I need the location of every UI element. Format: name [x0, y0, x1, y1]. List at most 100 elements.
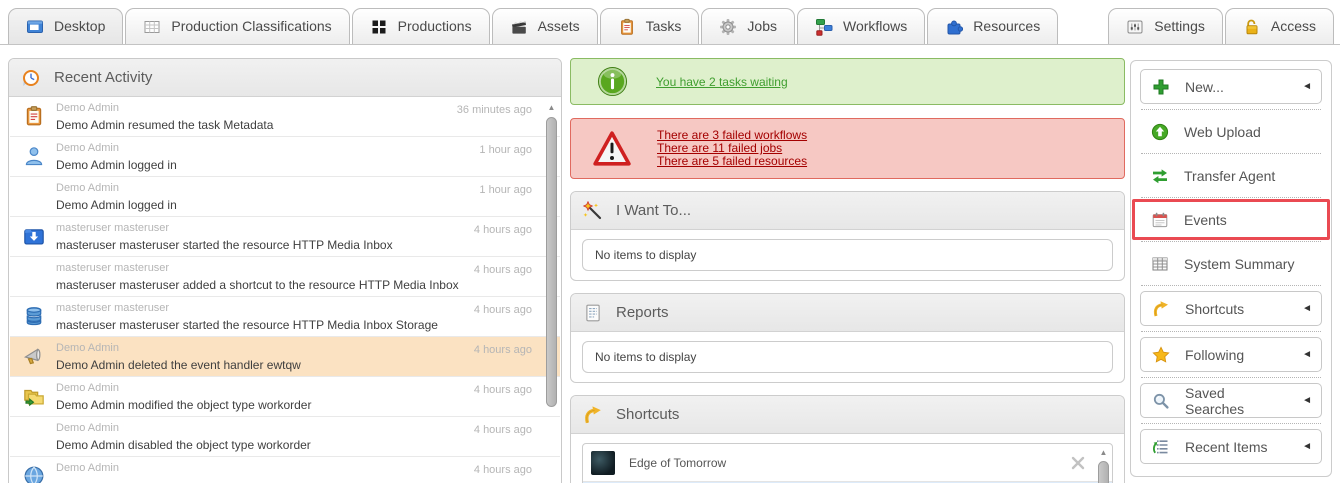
- shortcut-arrow-icon: [583, 405, 603, 425]
- collapse-arrow-icon: ◄: [1302, 349, 1312, 360]
- tasks-waiting-link[interactable]: You have 2 tasks waiting: [656, 75, 788, 89]
- collapse-arrow-icon: ◄: [1302, 395, 1312, 406]
- activity-text: Demo Admin logged in: [56, 158, 520, 172]
- tab-productions[interactable]: Productions: [352, 8, 490, 44]
- tab-access[interactable]: Access: [1225, 8, 1334, 44]
- transfer-icon: [1151, 167, 1169, 185]
- sidebar-item-saved-searches[interactable]: Saved Searches ◄: [1140, 383, 1322, 418]
- shortcuts-scrollbar[interactable]: ▲: [1097, 446, 1110, 483]
- activity-timestamp: 4 hours ago: [474, 224, 532, 236]
- tab-assets[interactable]: Assets: [492, 8, 598, 44]
- activity-item[interactable]: Demo Admin Demo Admin deleted the event …: [10, 337, 560, 377]
- i-want-to-header: I Want To...: [571, 192, 1124, 230]
- sidebar-item-transfer-agent[interactable]: Transfer Agent: [1140, 159, 1322, 192]
- activity-item[interactable]: masteruser masteruser masteruser masteru…: [10, 257, 560, 297]
- globe-icon: [23, 465, 45, 483]
- report-icon: [583, 303, 603, 323]
- activity-user: Demo Admin: [56, 462, 520, 474]
- clipboard-icon: [618, 18, 636, 36]
- widget-reports: Reports No items to display: [570, 293, 1125, 383]
- tab-production-classifications[interactable]: Production Classifications: [125, 8, 349, 44]
- sidebar-item-recent-items[interactable]: Recent Items ◄: [1140, 429, 1322, 464]
- star-icon: [1152, 346, 1170, 364]
- sidebar-item-system-summary[interactable]: System Summary: [1140, 247, 1322, 280]
- activity-text: masteruser masteruser started the resour…: [56, 238, 520, 252]
- recent-activity-scrollbar[interactable]: ▲: [545, 101, 558, 483]
- reports-header: Reports: [571, 294, 1124, 332]
- activity-timestamp: 1 hour ago: [479, 144, 532, 156]
- activity-user: masteruser masteruser: [56, 222, 520, 234]
- dotted-divider: [1141, 153, 1321, 154]
- dotted-divider: [1141, 241, 1321, 242]
- tab-tasks[interactable]: Tasks: [600, 8, 700, 44]
- inbox-icon: [23, 225, 45, 247]
- activity-text: Demo Admin logged in: [56, 198, 520, 212]
- classifications-grid-icon: [143, 18, 161, 36]
- activity-item[interactable]: Demo Admin Demo Admin logged in 1 hour a…: [10, 177, 560, 217]
- main-tabbar: Desktop Production Classifications Produ…: [0, 0, 1340, 45]
- activity-timestamp: 4 hours ago: [474, 424, 532, 436]
- tab-desktop[interactable]: Desktop: [8, 8, 123, 44]
- sidebar-item-new[interactable]: New... ◄: [1140, 69, 1322, 104]
- scroll-up-arrow-icon[interactable]: ▲: [1097, 446, 1110, 459]
- dotted-divider: [1141, 285, 1321, 286]
- desktop-dashboard: Desktop Production Classifications Produ…: [0, 0, 1340, 483]
- scroll-up-arrow-icon[interactable]: ▲: [545, 101, 558, 114]
- activity-user: Demo Admin: [56, 422, 520, 434]
- recent-activity-panel: Recent Activity Demo Admin Demo Admin re…: [8, 58, 562, 483]
- workflow-icon: [815, 18, 833, 36]
- productions-squares-icon: [370, 18, 388, 36]
- plus-icon: [1152, 78, 1170, 96]
- history-clock-icon: [21, 68, 41, 88]
- tabs-right-group: Settings Access: [1108, 8, 1334, 44]
- scrollbar-thumb[interactable]: [546, 117, 557, 407]
- activity-item[interactable]: Demo Admin Demo Admin logged in 1 hour a…: [10, 137, 560, 177]
- collapse-arrow-icon: ◄: [1302, 81, 1312, 92]
- tab-settings[interactable]: Settings: [1108, 8, 1223, 44]
- scrollbar-thumb[interactable]: [1098, 461, 1109, 483]
- activity-timestamp: 4 hours ago: [474, 464, 532, 476]
- dotted-divider: [1141, 109, 1321, 110]
- activity-text: masteruser masteruser added a shortcut t…: [56, 278, 520, 292]
- shortcut-item[interactable]: Edge of Tomorrow: [583, 444, 1112, 482]
- tab-workflows[interactable]: Workflows: [797, 8, 925, 44]
- activity-item[interactable]: Demo Admin 4 hours ago: [10, 457, 560, 483]
- info-icon: [597, 66, 628, 97]
- user-icon: [23, 145, 45, 167]
- activity-item[interactable]: Demo Admin Demo Admin modified the objec…: [10, 377, 560, 417]
- activity-text: Demo Admin resumed the task Metadata: [56, 118, 520, 132]
- collapse-arrow-icon: ◄: [1302, 303, 1312, 314]
- database-icon: [23, 305, 45, 327]
- activity-timestamp: 4 hours ago: [474, 304, 532, 316]
- collapse-arrow-icon: ◄: [1302, 441, 1312, 452]
- shortcuts-list: Edge of Tomorrow ▲: [582, 443, 1113, 483]
- shortcuts-body: Edge of Tomorrow ▲: [571, 434, 1124, 483]
- sidebar-item-web-upload[interactable]: Web Upload: [1140, 115, 1322, 148]
- activity-item[interactable]: Demo Admin Demo Admin resumed the task M…: [10, 97, 560, 137]
- activity-timestamp: 4 hours ago: [474, 344, 532, 356]
- gear-icon: [719, 18, 737, 36]
- close-icon[interactable]: [1070, 455, 1086, 471]
- recent-activity-header: Recent Activity: [9, 59, 561, 97]
- tab-resources[interactable]: Resources: [927, 8, 1058, 44]
- folder-icon: [23, 385, 45, 407]
- failure-links: There are 3 failed workflowsThere are 11…: [657, 129, 807, 168]
- sidebar-item-following[interactable]: Following ◄: [1140, 337, 1322, 372]
- empty-state: No items to display: [582, 341, 1113, 373]
- activity-text: Demo Admin deleted the event handler ewt…: [56, 358, 520, 372]
- i-want-to-title: I Want To...: [616, 202, 691, 219]
- shortcuts-title: Shortcuts: [616, 406, 679, 423]
- activity-item[interactable]: masteruser masteruser masteruser masteru…: [10, 297, 560, 337]
- sidebar-item-shortcuts[interactable]: Shortcuts ◄: [1140, 291, 1322, 326]
- tab-jobs[interactable]: Jobs: [701, 8, 795, 44]
- failure-link[interactable]: There are 5 failed resources: [657, 155, 807, 168]
- tasks-waiting-notice: You have 2 tasks waiting: [570, 58, 1125, 105]
- activity-user: Demo Admin: [56, 102, 520, 114]
- activity-item[interactable]: Demo Admin Demo Admin disabled the objec…: [10, 417, 560, 457]
- settings-panel-icon: [1126, 18, 1144, 36]
- clapperboard-icon: [510, 18, 528, 36]
- activity-item[interactable]: masteruser masteruser masteruser masteru…: [10, 217, 560, 257]
- sidebar-item-events[interactable]: Events: [1140, 203, 1322, 236]
- shortcuts-header: Shortcuts: [571, 396, 1124, 434]
- activity-user: Demo Admin: [56, 142, 520, 154]
